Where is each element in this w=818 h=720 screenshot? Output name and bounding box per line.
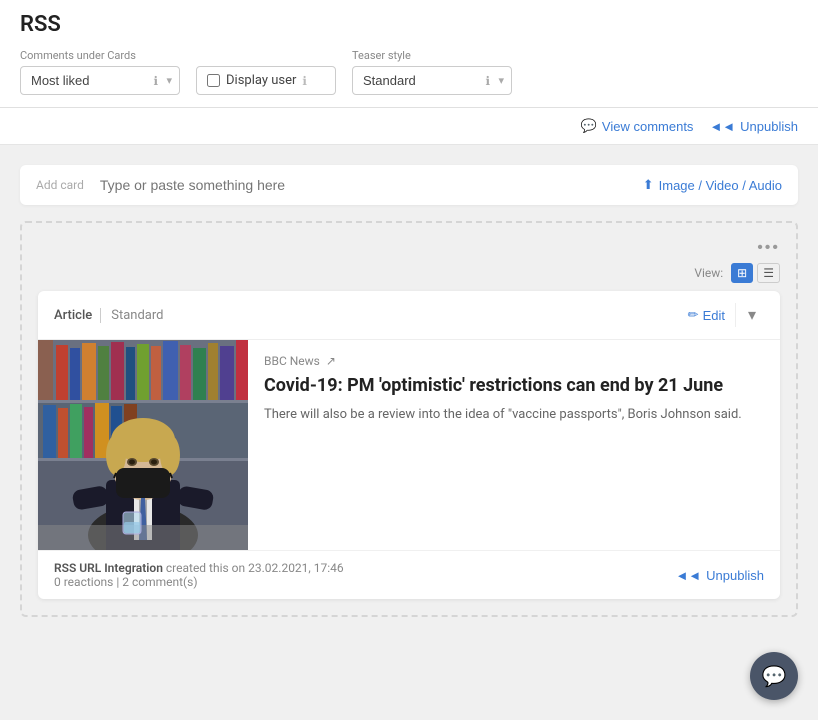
footer-meta: RSS URL Integration created this on 23.0… — [54, 561, 344, 589]
article-rewind-icon: ◄◄ — [675, 568, 701, 583]
chat-icon: 💬 — [762, 664, 787, 688]
edit-label: Edit — [703, 308, 725, 323]
comments-control: Comments under Cards Most liked Most rec… — [20, 49, 180, 95]
article-card: Article Standard ✏ Edit ▾ — [38, 291, 780, 599]
upload-icon: ⬆ — [643, 177, 654, 193]
unpublish-button[interactable]: ◄◄ Unpublish — [709, 119, 798, 134]
view-label: View: — [694, 266, 723, 280]
article-unpublish-button[interactable]: ◄◄ Unpublish — [675, 568, 764, 583]
article-header: Article Standard ✏ Edit ▾ — [38, 291, 780, 340]
action-row: 💬 View comments ◄◄ Unpublish — [0, 108, 818, 145]
display-user-checkbox-row[interactable]: Display user ℹ — [196, 66, 336, 95]
external-link-icon[interactable]: ↗ — [326, 354, 336, 368]
comment-icon: 💬 — [581, 118, 597, 134]
teaser-select[interactable]: Standard Compact — [352, 66, 512, 95]
footer-comments: 2 comment(s) — [122, 575, 197, 589]
display-user-checkbox[interactable] — [207, 74, 220, 87]
article-description: There will also be a review into the ide… — [264, 405, 764, 425]
article-action-buttons: ✏ Edit ▾ — [678, 301, 764, 329]
comments-select-wrapper: Most liked Most recent ℹ ▾ — [20, 66, 180, 95]
add-card-row: Add card ⬆ Image / Video / Audio — [20, 165, 798, 205]
display-user-info-icon: ℹ — [302, 74, 307, 88]
view-comments-label: View comments — [602, 119, 694, 134]
chevron-down-icon: ▾ — [748, 307, 756, 324]
grid-view-button[interactable]: ⊞ — [731, 263, 753, 283]
upload-label: Image / Video / Audio — [659, 178, 782, 193]
display-user-label — [196, 49, 336, 62]
comments-select[interactable]: Most liked Most recent — [20, 66, 180, 95]
page-title: RSS — [20, 12, 798, 37]
card-top-controls: ••• — [38, 239, 780, 257]
dots-menu-button[interactable]: ••• — [757, 239, 780, 257]
teaser-label: Teaser style — [352, 49, 512, 62]
article-standard: Standard — [100, 308, 163, 323]
footer-action: created this on — [166, 561, 245, 575]
article-title: Covid-19: PM 'optimistic' restrictions c… — [264, 374, 764, 397]
article-type: Article — [54, 308, 92, 323]
article-text: BBC News ↗ Covid-19: PM 'optimistic' res… — [248, 340, 780, 550]
list-icon: ☰ — [763, 266, 774, 280]
article-image — [38, 340, 248, 550]
article-body: BBC News ↗ Covid-19: PM 'optimistic' res… — [38, 340, 780, 550]
article-type-row: Article Standard — [54, 308, 164, 323]
grid-icon: ⊞ — [737, 266, 747, 280]
rewind-icon: ◄◄ — [709, 119, 735, 134]
teaser-control: Teaser style Standard Compact ℹ ▾ — [352, 49, 512, 95]
card-area: ••• View: ⊞ ☰ Article Standard — [20, 221, 798, 617]
display-user-control: Display user ℹ — [196, 49, 336, 95]
add-card-input[interactable] — [100, 177, 643, 193]
teaser-select-wrapper: Standard Compact ℹ ▾ — [352, 66, 512, 95]
footer-reactions: 0 reactions — [54, 575, 113, 589]
add-card-label: Add card — [36, 178, 84, 192]
article-edit-button[interactable]: ✏ Edit — [678, 303, 736, 327]
article-dropdown-button[interactable]: ▾ — [740, 301, 764, 329]
view-toggle: ⊞ ☰ — [731, 263, 780, 283]
pencil-icon: ✏ — [688, 307, 699, 323]
comments-label: Comments under Cards — [20, 49, 180, 62]
view-comments-button[interactable]: 💬 View comments — [581, 118, 694, 134]
article-unpublish-label: Unpublish — [706, 568, 764, 583]
footer-date: 23.02.2021, 17:46 — [248, 561, 344, 575]
upload-button[interactable]: ⬆ Image / Video / Audio — [643, 177, 782, 193]
list-view-button[interactable]: ☰ — [757, 263, 780, 283]
source-row: BBC News ↗ — [264, 354, 764, 368]
article-image-svg — [38, 340, 248, 550]
display-user-text: Display user — [226, 73, 296, 88]
footer-creator: RSS URL Integration — [54, 561, 163, 575]
chat-bubble-button[interactable]: 💬 — [750, 652, 798, 700]
article-footer: RSS URL Integration created this on 23.0… — [38, 550, 780, 599]
source-name: BBC News — [264, 354, 320, 368]
unpublish-label: Unpublish — [740, 119, 798, 134]
main-content: Add card ⬆ Image / Video / Audio ••• Vie… — [0, 145, 818, 649]
article-image-inner — [38, 340, 248, 550]
card-options-row: View: ⊞ ☰ — [38, 263, 780, 283]
